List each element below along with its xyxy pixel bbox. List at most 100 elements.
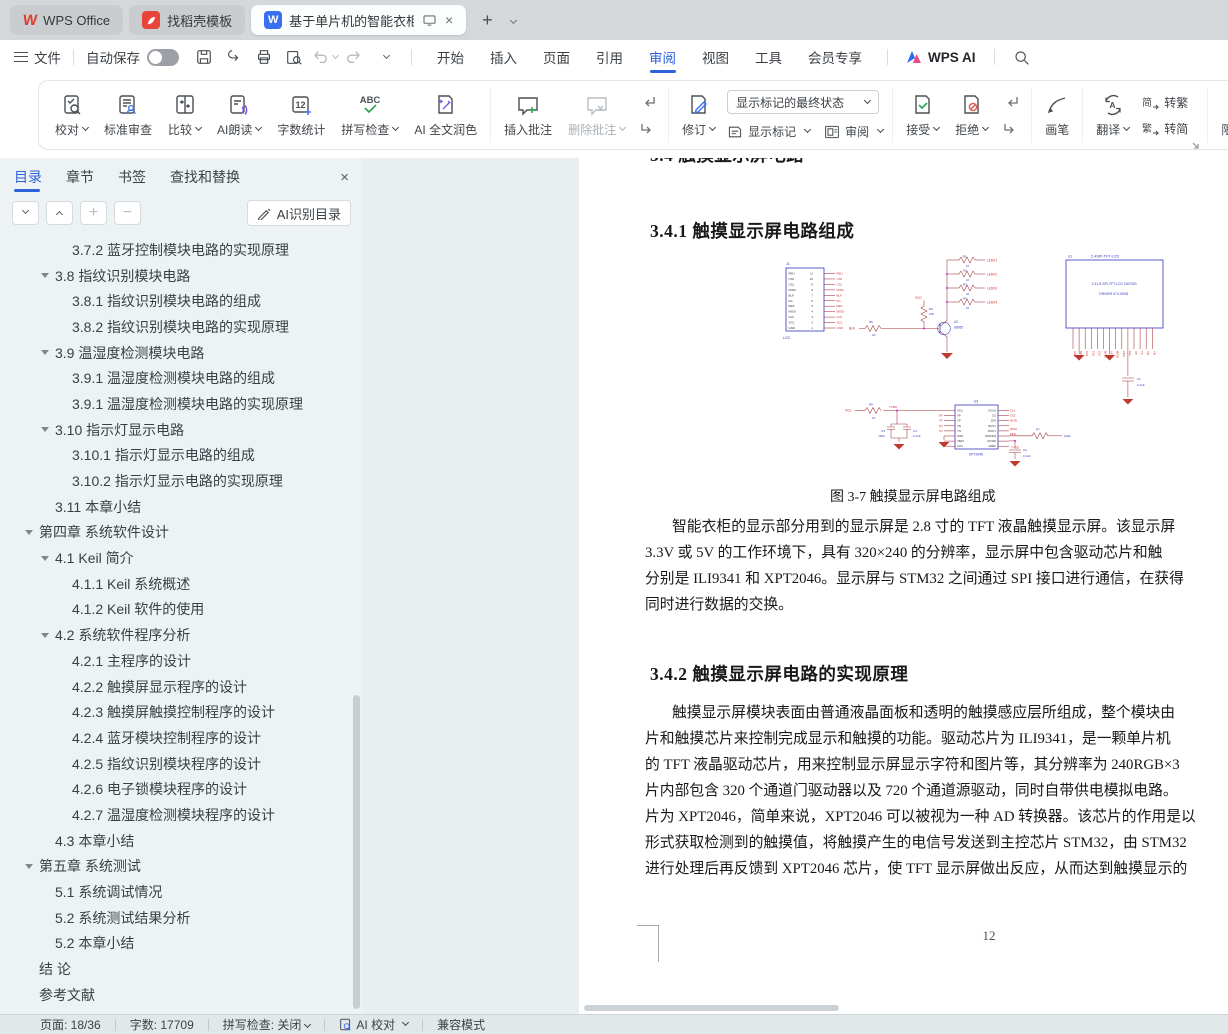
insert-comment-button[interactable]: 插入批注: [496, 84, 560, 146]
previous-change-button[interactable]: [1000, 93, 1022, 111]
spell-check-button[interactable]: ABC 拼写检查: [333, 84, 406, 146]
translate-button[interactable]: A 翻译: [1088, 84, 1137, 146]
proofread-button[interactable]: 校对: [47, 84, 96, 146]
horizontal-scrollbar[interactable]: [584, 1005, 839, 1011]
toc-item[interactable]: 3.9.1 温湿度检测模块电路的实现原理: [0, 391, 351, 417]
sidebar-tab-chapters[interactable]: 章节: [66, 158, 94, 196]
sidebar-tab-bookmarks[interactable]: 书签: [118, 158, 146, 196]
toc-item[interactable]: 4.2.6 电子锁模块程序的设计: [0, 776, 351, 802]
toc-item[interactable]: 参考文献: [0, 982, 351, 1008]
print-preview-icon[interactable]: [280, 45, 308, 69]
toc-item[interactable]: 5.2 系统测试结果分析: [0, 905, 351, 931]
toc-item[interactable]: 5.2 本章小结: [0, 931, 351, 957]
expand-group-icon[interactable]: [1192, 142, 1200, 150]
print-icon[interactable]: [250, 45, 278, 69]
ai-read-aloud-button[interactable]: AI朗读: [209, 84, 269, 146]
toc-item[interactable]: 第五章 系统测试: [0, 854, 351, 880]
ink-pen-button[interactable]: 画笔: [1037, 84, 1077, 146]
tab-current-document[interactable]: W 基于单片机的智能衣柜控制系 ×: [251, 5, 466, 35]
toc-item[interactable]: 3.8.2 指纹识别模块电路的实现原理: [0, 314, 351, 340]
toc-item[interactable]: 3.8.1 指纹识别模块电路的组成: [0, 288, 351, 314]
toc-item[interactable]: 3.8 指纹识别模块电路: [0, 263, 351, 289]
toc-item[interactable]: 3.7.2 蓝牙控制模块电路的实现原理: [0, 237, 351, 263]
simplified-to-traditional-button[interactable]: 简 转繁: [1141, 94, 1188, 111]
reject-change-button[interactable]: 拒绝: [947, 84, 996, 146]
track-changes-button[interactable]: 修订: [674, 84, 723, 146]
next-change-button[interactable]: [1000, 120, 1022, 138]
zoom-in-outline-button[interactable]: +: [80, 201, 107, 225]
show-markup-button[interactable]: 显示标记: [727, 123, 810, 140]
toc-item[interactable]: 4.2 系统软件程序分析: [0, 622, 351, 648]
toc-item[interactable]: 4.2.4 蓝牙模块控制程序的设计: [0, 725, 351, 751]
undo-icon[interactable]: [310, 45, 338, 69]
toc-item[interactable]: 4.1.2 Keil 软件的使用: [0, 597, 351, 623]
ai-recognize-toc-button[interactable]: AI识别目录: [247, 200, 351, 226]
export-icon[interactable]: [220, 45, 248, 69]
spell-check-status[interactable]: 拼写检查: 关闭: [223, 1016, 311, 1033]
svg-text:MOSI: MOSI: [1010, 419, 1017, 423]
toc-item[interactable]: 3.11 本章小结: [0, 494, 351, 520]
menu-item-review[interactable]: 审阅: [636, 40, 689, 74]
new-tab-button[interactable]: +: [482, 10, 493, 31]
zoom-out-outline-button[interactable]: −: [114, 201, 141, 225]
toc-item[interactable]: 4.1.1 Keil 系统概述: [0, 571, 351, 597]
toc-item[interactable]: 5.1 系统调试情况: [0, 879, 351, 905]
expand-all-button[interactable]: [46, 201, 73, 225]
tab-wps-office[interactable]: W WPS Office: [10, 5, 123, 35]
menu-item-view[interactable]: 视图: [689, 40, 742, 74]
close-tab-icon[interactable]: ×: [445, 12, 453, 28]
restrict-editing-button[interactable]: 限制编辑: [1213, 84, 1228, 146]
sidebar-tab-find-replace[interactable]: 查找和替换: [170, 158, 240, 196]
sidebar-tab-contents[interactable]: 目录: [14, 158, 42, 196]
toc-item[interactable]: 3.10 指示灯显示电路: [0, 417, 351, 443]
toc-item[interactable]: 结 论: [0, 956, 351, 982]
accept-change-button[interactable]: 接受: [898, 84, 947, 146]
previous-comment-button[interactable]: [637, 93, 659, 111]
save-icon[interactable]: [190, 45, 218, 69]
standard-review-button[interactable]: 标准审查: [96, 84, 160, 146]
next-comment-button[interactable]: [637, 120, 659, 138]
toc-item[interactable]: 4.2.2 触摸屏显示程序的设计: [0, 674, 351, 700]
toc-item[interactable]: 4.2.5 指纹识别模块程序的设计: [0, 751, 351, 777]
toc-item[interactable]: 3.10.2 指示灯显示电路的实现原理: [0, 468, 351, 494]
hamburger-icon[interactable]: [14, 52, 28, 62]
reviewers-button[interactable]: 审阅: [824, 123, 883, 140]
wps-ai-button[interactable]: WPS AI: [900, 50, 982, 65]
toc-item[interactable]: 4.2.3 触摸屏触摸控制程序的设计: [0, 699, 351, 725]
toc-item[interactable]: 4.2.1 主程序的设计: [0, 648, 351, 674]
compare-button[interactable]: 比较: [160, 84, 209, 146]
menu-item-insert[interactable]: 插入: [477, 40, 530, 74]
quick-access-chevron-icon[interactable]: [370, 45, 398, 69]
menu-item-page[interactable]: 页面: [530, 40, 583, 74]
search-icon[interactable]: [1008, 45, 1036, 69]
menu-item-reference[interactable]: 引用: [583, 40, 636, 74]
screen-share-icon[interactable]: [423, 15, 436, 26]
tab-list-chevron-icon[interactable]: [507, 13, 516, 28]
ai-proofread-button[interactable]: AI 校对: [339, 1016, 408, 1033]
word-count-button[interactable]: 12 字数统计: [269, 84, 333, 146]
menu-item-member[interactable]: 会员专享: [795, 40, 875, 74]
toc-item[interactable]: 3.9 温湿度检测模块电路: [0, 340, 351, 366]
file-menu[interactable]: 文件: [34, 47, 61, 67]
sidebar-scrollbar[interactable]: [353, 695, 360, 1009]
tab-docer-templates[interactable]: 找稻壳模板: [129, 5, 245, 35]
collapse-all-button[interactable]: [12, 201, 39, 225]
close-sidebar-icon[interactable]: ×: [340, 169, 349, 186]
toc-item[interactable]: 4.3 本章小结: [0, 828, 351, 854]
ai-polish-button[interactable]: AI 全文润色: [406, 84, 485, 146]
menu-item-home[interactable]: 开始: [424, 40, 477, 74]
document-page[interactable]: 3.4 触摸显示屏电路 3.4.1 触摸显示屏电路组成: [579, 158, 1228, 1014]
toc-item[interactable]: 4.2.7 温湿度检测模块程序的设计: [0, 802, 351, 828]
markup-state-select[interactable]: 显示标记的最终状态: [727, 90, 879, 114]
toc-item[interactable]: 第四章 系统软件设计: [0, 520, 351, 546]
svg-text:10uF: 10uF: [878, 434, 885, 438]
toc-item[interactable]: 3.9.1 温湿度检测模块电路的组成: [0, 365, 351, 391]
toc-item[interactable]: 3.10.1 指示灯显示电路的组成: [0, 443, 351, 469]
word-count[interactable]: 字数: 17709: [130, 1016, 194, 1033]
page-indicator[interactable]: 页面: 18/36: [40, 1016, 101, 1033]
menu-item-tools[interactable]: 工具: [742, 40, 795, 74]
autosave-toggle[interactable]: [147, 49, 179, 66]
redo-icon[interactable]: [340, 45, 368, 69]
traditional-to-simplified-button[interactable]: 繁 转简: [1141, 120, 1188, 137]
toc-item[interactable]: 4.1 Keil 简介: [0, 545, 351, 571]
